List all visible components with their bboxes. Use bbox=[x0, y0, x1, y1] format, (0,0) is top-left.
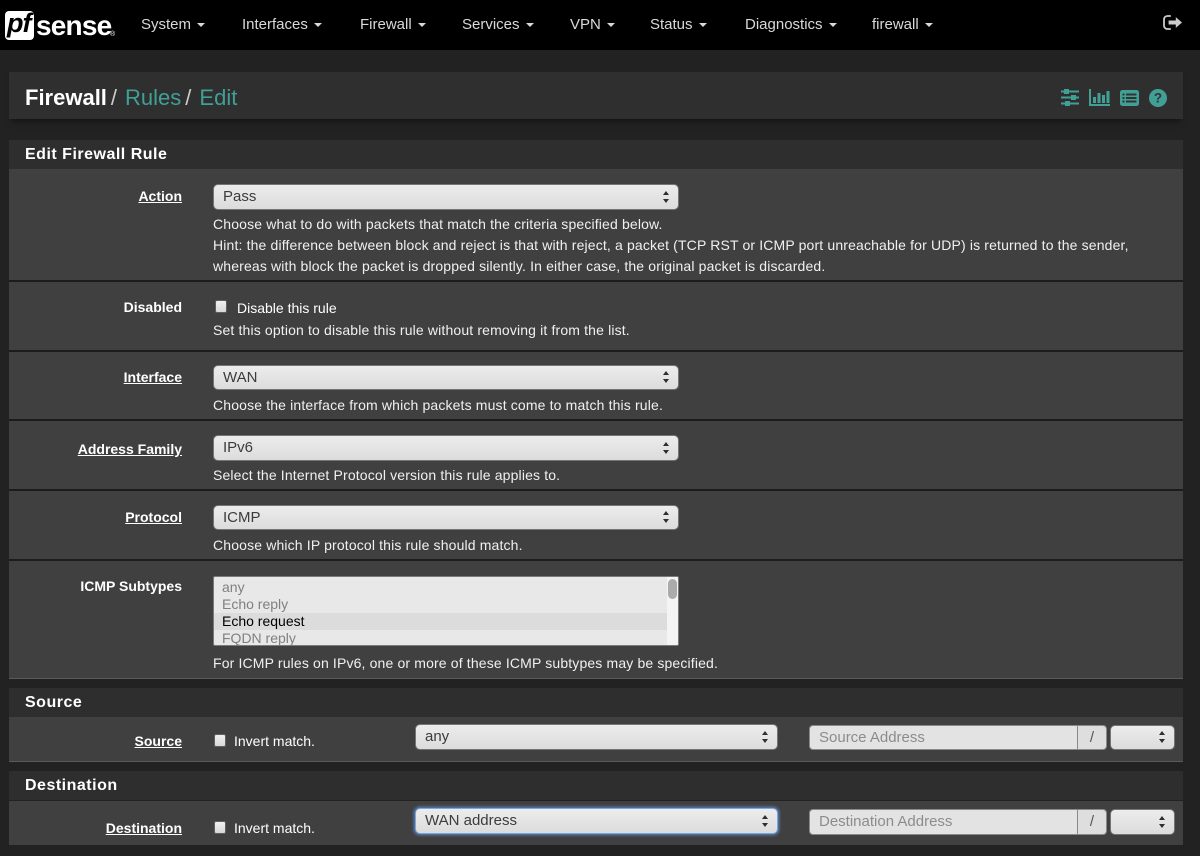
svg-text:?: ? bbox=[1154, 90, 1162, 105]
